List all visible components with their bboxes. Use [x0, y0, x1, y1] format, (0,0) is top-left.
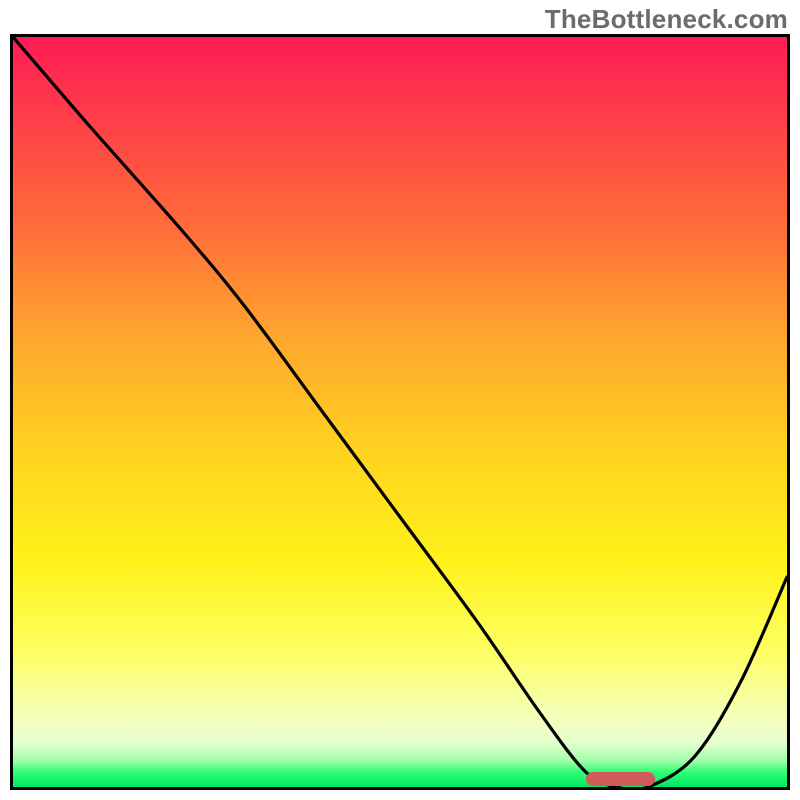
plot-area	[10, 34, 790, 790]
bottleneck-curve	[13, 37, 787, 787]
chart-stage: TheBottleneck.com	[0, 0, 800, 800]
watermark-label: TheBottleneck.com	[545, 4, 788, 35]
optimal-range-marker	[586, 772, 656, 786]
